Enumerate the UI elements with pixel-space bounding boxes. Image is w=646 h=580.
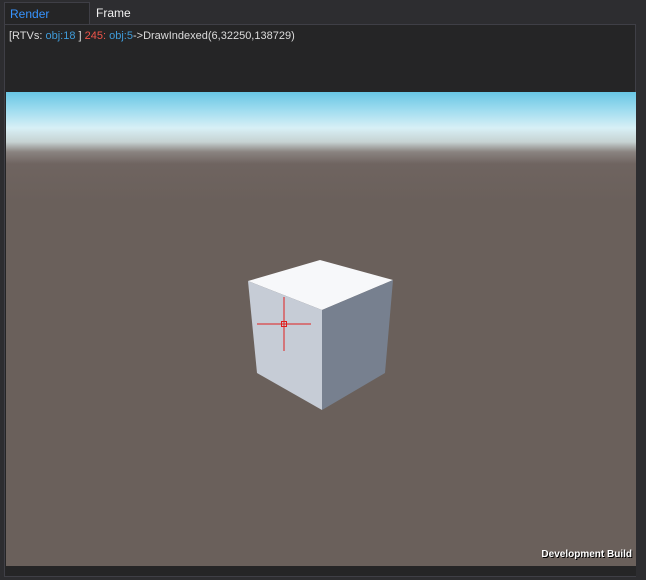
scene-render bbox=[248, 260, 393, 410]
tab-render-target[interactable]: Render Target bbox=[4, 2, 90, 43]
tab-frame-analysis[interactable]: Frame Analysis bbox=[91, 2, 181, 42]
development-build-label: Development Build bbox=[541, 549, 632, 560]
render-target-panel: [RTVs: obj:18 ] 245: obj:5->DrawIndexed(… bbox=[4, 24, 636, 577]
tab-bar: Render Target Frame Analysis bbox=[0, 0, 646, 43]
rtv-object-link[interactable]: obj:18 bbox=[45, 30, 75, 42]
event-id[interactable]: 245: bbox=[85, 30, 106, 42]
draw-call-text: ->DrawIndexed(6,32250,138729) bbox=[132, 30, 295, 42]
draw-object-link[interactable]: obj:5 bbox=[109, 30, 133, 42]
rtv-close: ] bbox=[75, 30, 85, 42]
rtv-prefix: [RTVs: bbox=[9, 30, 46, 42]
draw-call-info: [RTVs: obj:18 ] 245: obj:5->DrawIndexed(… bbox=[9, 30, 295, 42]
render-target-viewport[interactable]: Development Build bbox=[6, 92, 636, 566]
horizontal-scrollbar[interactable] bbox=[6, 566, 636, 576]
